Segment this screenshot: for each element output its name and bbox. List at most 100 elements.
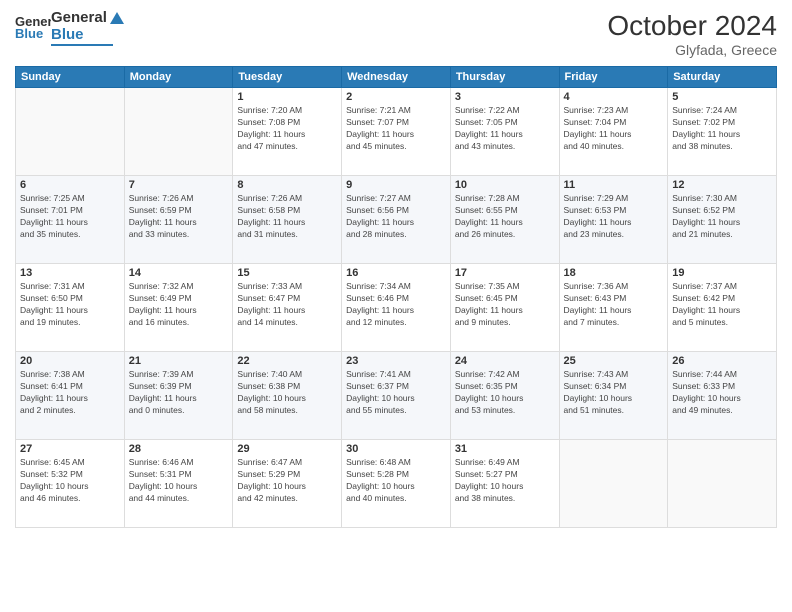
table-cell: 1 Sunrise: 7:20 AM Sunset: 7:08 PM Daylig… [233, 88, 342, 176]
col-sunday: Sunday [16, 67, 125, 88]
day-number: 28 [129, 443, 229, 455]
day-number: 27 [20, 443, 120, 455]
day-number: 5 [672, 91, 772, 103]
table-cell: 14Sunrise: 7:32 AM Sunset: 6:49 PM Dayli… [124, 264, 233, 352]
day-number: 24 [455, 355, 555, 367]
day-info: Sunrise: 7:40 AM Sunset: 6:38 PM Dayligh… [237, 369, 337, 417]
day-number: 3 [455, 91, 555, 103]
calendar-week-row: 27 Sunrise: 6:45 AM Sunset: 5:32 PM Dayli… [16, 440, 777, 528]
page: General Blue General Blue October 2024 G [0, 0, 792, 612]
day-info: Sunrise: 7:24 AM Sunset: 7:02 PM Dayligh… [672, 105, 772, 153]
col-wednesday: Wednesday [342, 67, 451, 88]
day-info: Sunrise: 6:47 AM Sunset: 5:29 PM Dayligh… [237, 457, 337, 505]
table-cell: 17Sunrise: 7:35 AM Sunset: 6:45 PM Dayli… [450, 264, 559, 352]
table-cell: 24 Sunrise: 7:42 AM Sunset: 6:35 PM Dayli… [450, 352, 559, 440]
table-cell: 21 Sunrise: 7:39 AM Sunset: 6:39 PM Dayli… [124, 352, 233, 440]
table-cell: 2Sunrise: 7:21 AM Sunset: 7:07 PM Daylig… [342, 88, 451, 176]
col-saturday: Saturday [668, 67, 777, 88]
table-cell: 30Sunrise: 6:48 AM Sunset: 5:28 PM Dayli… [342, 440, 451, 528]
calendar-table: Sunday Monday Tuesday Wednesday Thursday… [15, 66, 777, 528]
table-cell: 10 Sunrise: 7:28 AM Sunset: 6:55 PM Dayli… [450, 176, 559, 264]
logo-triangle-icon [108, 10, 126, 26]
day-number: 25 [564, 355, 664, 367]
logo-underline [51, 44, 113, 46]
table-cell: 22 Sunrise: 7:40 AM Sunset: 6:38 PM Dayli… [233, 352, 342, 440]
header: General Blue General Blue October 2024 G [15, 10, 777, 58]
logo-blue: Blue [51, 27, 84, 44]
day-number: 8 [237, 179, 337, 191]
day-number: 16 [346, 267, 446, 279]
table-cell [124, 88, 233, 176]
day-info: Sunrise: 7:31 AM Sunset: 6:50 PM Dayligh… [20, 281, 120, 329]
day-number: 23 [346, 355, 446, 367]
day-number: 19 [672, 267, 772, 279]
table-cell: 28 Sunrise: 6:46 AM Sunset: 5:31 PM Dayli… [124, 440, 233, 528]
day-number: 9 [346, 179, 446, 191]
location: Glyfada, Greece [607, 42, 777, 58]
table-cell [668, 440, 777, 528]
table-cell: 23 Sunrise: 7:41 AM Sunset: 6:37 PM Dayli… [342, 352, 451, 440]
day-number: 30 [346, 443, 446, 455]
day-number: 20 [20, 355, 120, 367]
calendar-header-row: Sunday Monday Tuesday Wednesday Thursday… [16, 67, 777, 88]
table-cell: 7Sunrise: 7:26 AM Sunset: 6:59 PM Daylig… [124, 176, 233, 264]
day-number: 7 [129, 179, 229, 191]
logo-general: General [51, 10, 107, 27]
table-cell: 19Sunrise: 7:37 AM Sunset: 6:42 PM Dayli… [668, 264, 777, 352]
day-info: Sunrise: 7:27 AM Sunset: 6:56 PM Dayligh… [346, 193, 446, 241]
table-cell: 31Sunrise: 6:49 AM Sunset: 5:27 PM Dayli… [450, 440, 559, 528]
day-number: 21 [129, 355, 229, 367]
day-number: 18 [564, 267, 664, 279]
calendar-week-row: 13 Sunrise: 7:31 AM Sunset: 6:50 PM Dayli… [16, 264, 777, 352]
day-info: Sunrise: 7:39 AM Sunset: 6:39 PM Dayligh… [129, 369, 229, 417]
day-info: Sunrise: 6:49 AM Sunset: 5:27 PM Dayligh… [455, 457, 555, 505]
calendar-week-row: 6Sunrise: 7:25 AM Sunset: 7:01 PM Daylig… [16, 176, 777, 264]
day-number: 10 [455, 179, 555, 191]
day-number: 4 [564, 91, 664, 103]
day-info: Sunrise: 7:21 AM Sunset: 7:07 PM Dayligh… [346, 105, 446, 153]
day-number: 14 [129, 267, 229, 279]
day-number: 11 [564, 179, 664, 191]
table-cell: 6Sunrise: 7:25 AM Sunset: 7:01 PM Daylig… [16, 176, 125, 264]
day-info: Sunrise: 7:42 AM Sunset: 6:35 PM Dayligh… [455, 369, 555, 417]
day-info: Sunrise: 6:45 AM Sunset: 5:32 PM Dayligh… [20, 457, 120, 505]
table-cell: 4 Sunrise: 7:23 AM Sunset: 7:04 PM Daylig… [559, 88, 668, 176]
table-cell: 16Sunrise: 7:34 AM Sunset: 6:46 PM Dayli… [342, 264, 451, 352]
day-number: 22 [237, 355, 337, 367]
day-info: Sunrise: 7:25 AM Sunset: 7:01 PM Dayligh… [20, 193, 120, 241]
day-info: Sunrise: 7:33 AM Sunset: 6:47 PM Dayligh… [237, 281, 337, 329]
table-cell: 15Sunrise: 7:33 AM Sunset: 6:47 PM Dayli… [233, 264, 342, 352]
day-info: Sunrise: 7:29 AM Sunset: 6:53 PM Dayligh… [564, 193, 664, 241]
day-number: 26 [672, 355, 772, 367]
col-thursday: Thursday [450, 67, 559, 88]
calendar-week-row: 1 Sunrise: 7:20 AM Sunset: 7:08 PM Daylig… [16, 88, 777, 176]
day-number: 1 [237, 91, 337, 103]
col-monday: Monday [124, 67, 233, 88]
day-info: Sunrise: 6:46 AM Sunset: 5:31 PM Dayligh… [129, 457, 229, 505]
day-info: Sunrise: 7:36 AM Sunset: 6:43 PM Dayligh… [564, 281, 664, 329]
logo-icon: General Blue [15, 10, 51, 46]
day-number: 29 [237, 443, 337, 455]
table-cell: 11 Sunrise: 7:29 AM Sunset: 6:53 PM Dayli… [559, 176, 668, 264]
month-title: October 2024 [607, 10, 777, 42]
day-info: Sunrise: 7:28 AM Sunset: 6:55 PM Dayligh… [455, 193, 555, 241]
title-area: October 2024 Glyfada, Greece [607, 10, 777, 58]
table-cell: 13 Sunrise: 7:31 AM Sunset: 6:50 PM Dayli… [16, 264, 125, 352]
day-info: Sunrise: 7:38 AM Sunset: 6:41 PM Dayligh… [20, 369, 120, 417]
day-info: Sunrise: 7:22 AM Sunset: 7:05 PM Dayligh… [455, 105, 555, 153]
table-cell: 26 Sunrise: 7:44 AM Sunset: 6:33 PM Dayli… [668, 352, 777, 440]
day-number: 13 [20, 267, 120, 279]
table-cell [16, 88, 125, 176]
day-info: Sunrise: 7:23 AM Sunset: 7:04 PM Dayligh… [564, 105, 664, 153]
table-cell: 5 Sunrise: 7:24 AM Sunset: 7:02 PM Daylig… [668, 88, 777, 176]
day-info: Sunrise: 7:30 AM Sunset: 6:52 PM Dayligh… [672, 193, 772, 241]
day-info: Sunrise: 7:41 AM Sunset: 6:37 PM Dayligh… [346, 369, 446, 417]
day-info: Sunrise: 7:44 AM Sunset: 6:33 PM Dayligh… [672, 369, 772, 417]
logo: General Blue General Blue [15, 10, 126, 46]
table-cell: 29 Sunrise: 6:47 AM Sunset: 5:29 PM Dayli… [233, 440, 342, 528]
day-info: Sunrise: 7:20 AM Sunset: 7:08 PM Dayligh… [237, 105, 337, 153]
table-cell: 8Sunrise: 7:26 AM Sunset: 6:58 PM Daylig… [233, 176, 342, 264]
calendar-week-row: 20 Sunrise: 7:38 AM Sunset: 6:41 PM Dayli… [16, 352, 777, 440]
day-info: Sunrise: 7:35 AM Sunset: 6:45 PM Dayligh… [455, 281, 555, 329]
day-number: 12 [672, 179, 772, 191]
